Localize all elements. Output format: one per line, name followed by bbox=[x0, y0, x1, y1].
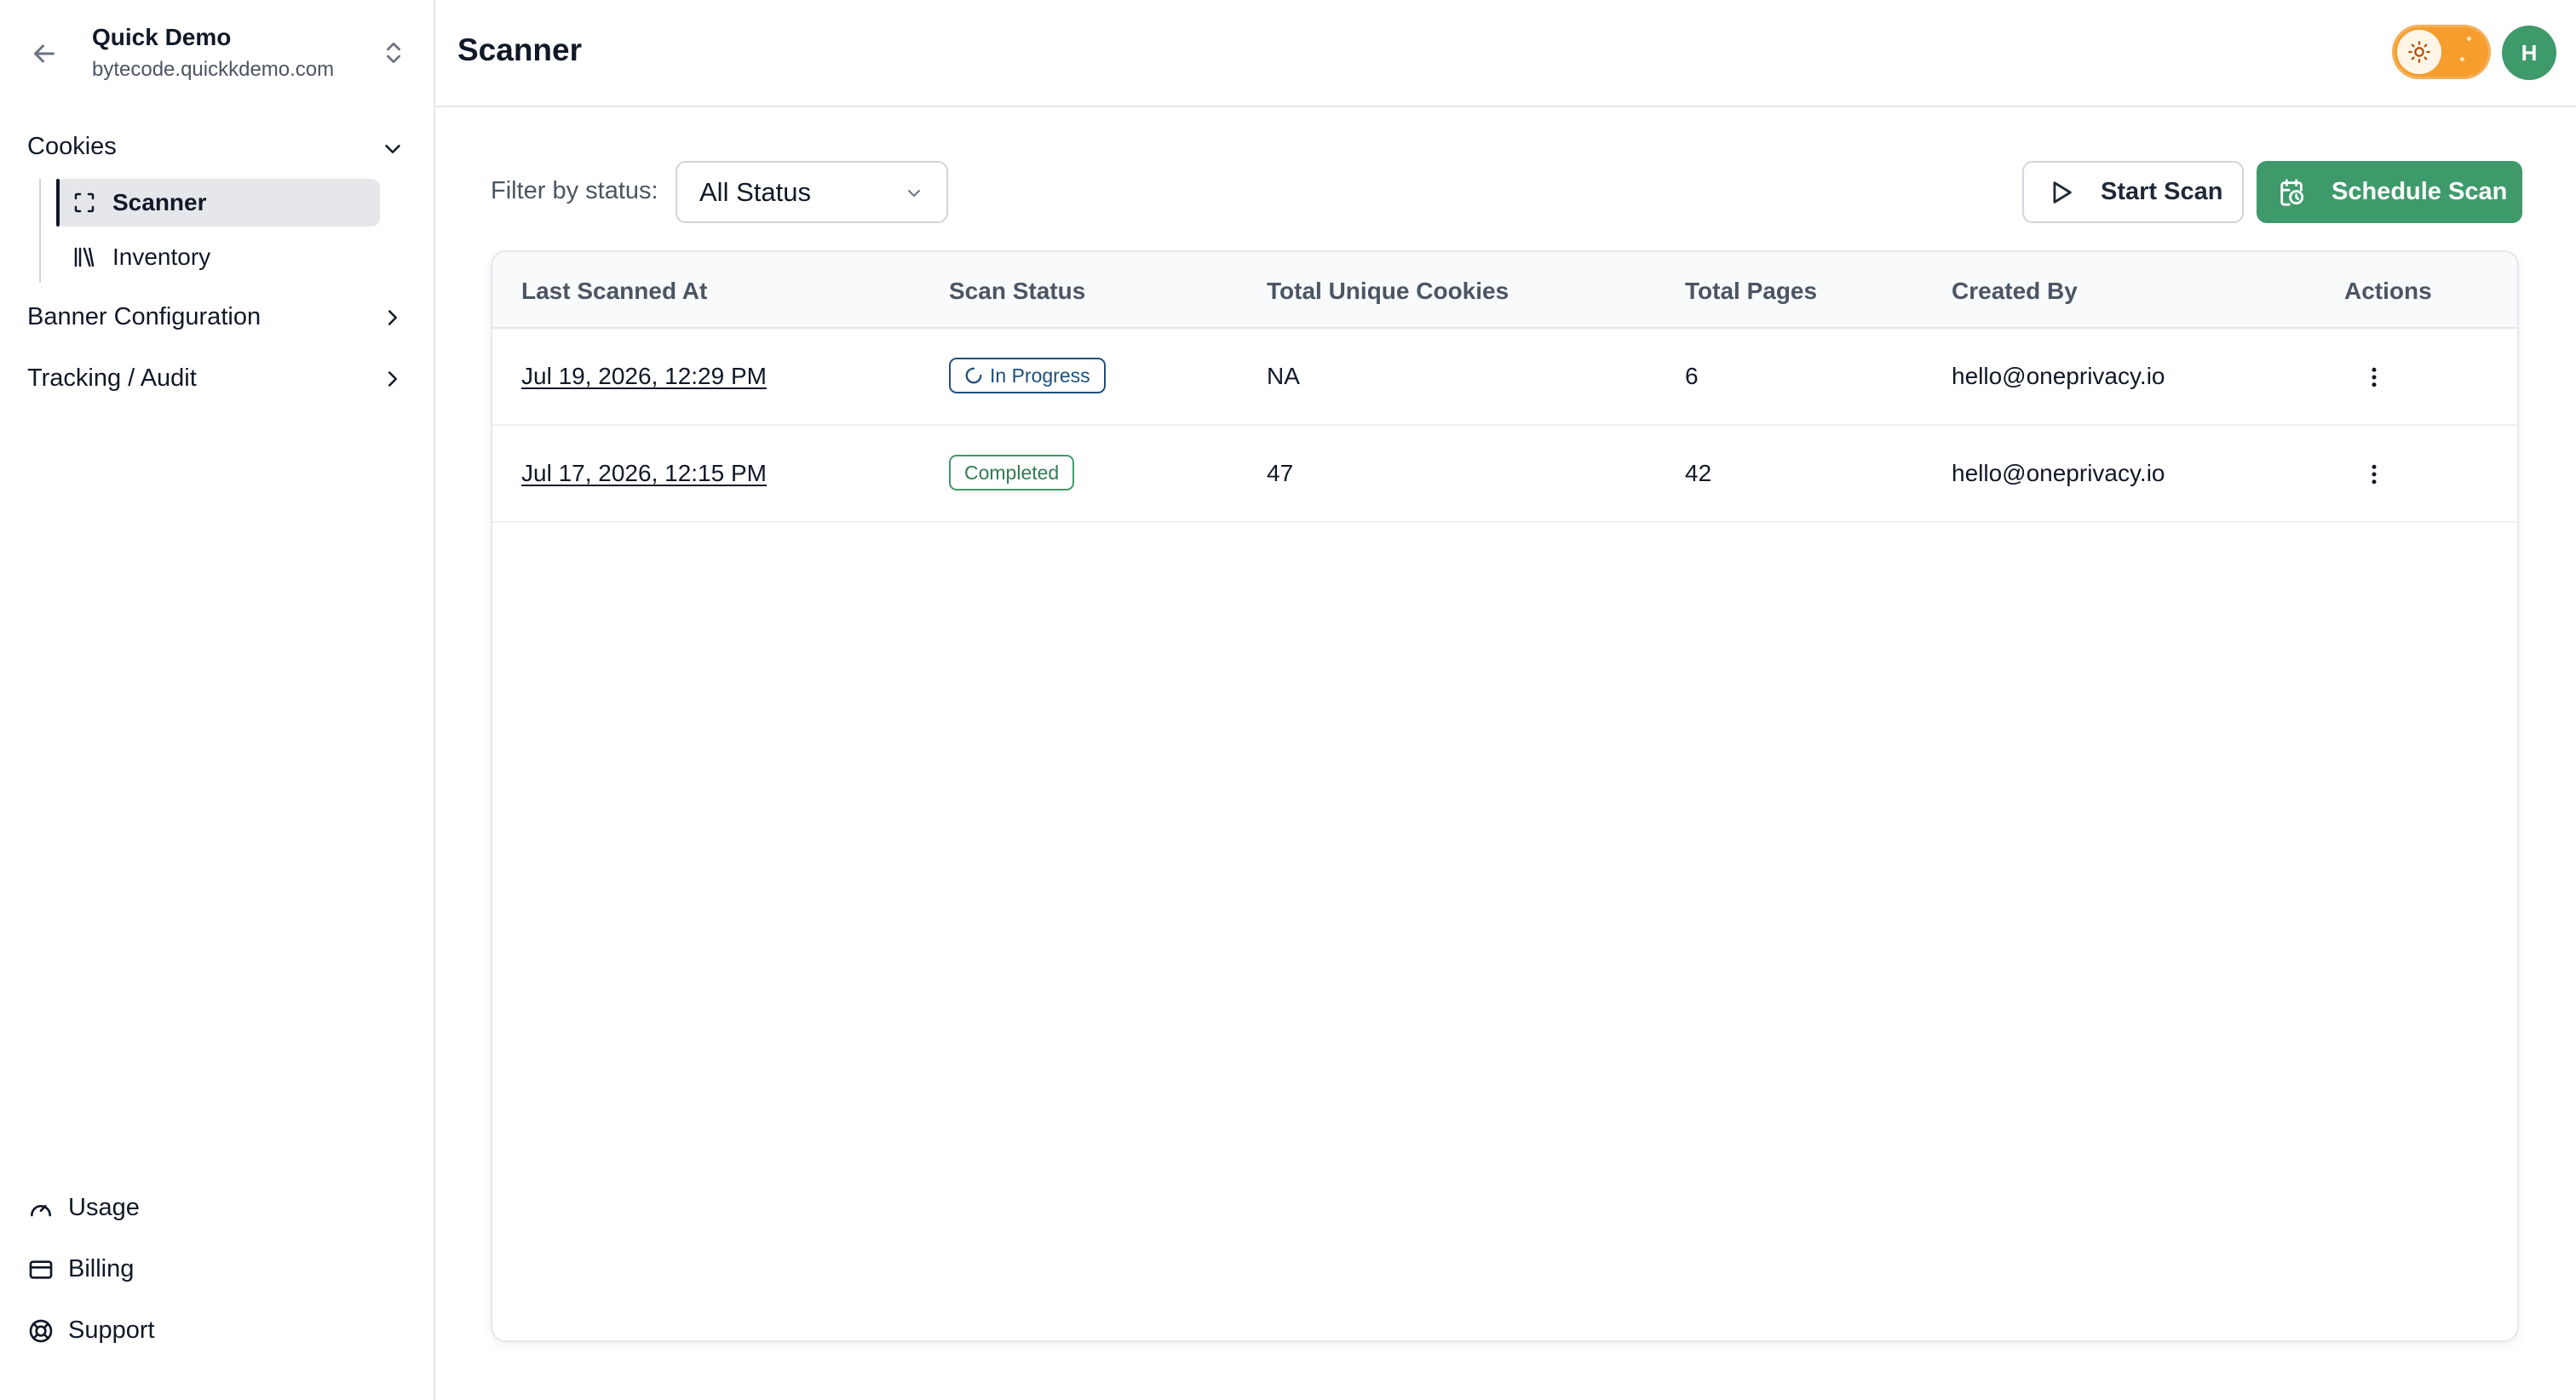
total-pages-cell: 6 bbox=[1685, 363, 1699, 389]
chevron-down-icon bbox=[908, 190, 920, 197]
nav-group-tracking-audit[interactable]: Tracking / Audit bbox=[27, 364, 197, 393]
created-by-cell: hello@oneprivacy.io bbox=[1952, 460, 2165, 486]
schedule-scan-button[interactable]: Schedule Scan bbox=[2257, 161, 2522, 223]
nav-group-cookies[interactable]: Cookies bbox=[27, 133, 117, 161]
calendar-clock-icon bbox=[2280, 178, 2304, 206]
arrow-left-icon[interactable] bbox=[29, 38, 60, 69]
sidebar-item-usage[interactable]: Usage bbox=[27, 1194, 140, 1222]
footer-item-label: Usage bbox=[68, 1194, 140, 1221]
column-header: Actions bbox=[2344, 278, 2432, 304]
footer-item-label: Billing bbox=[68, 1255, 135, 1282]
star-dot bbox=[2467, 37, 2471, 41]
unique-cookies-cell: NA bbox=[1267, 363, 1300, 389]
last-scanned-link[interactable]: Jul 19, 2026, 12:29 PM bbox=[521, 363, 767, 390]
gauge-icon bbox=[31, 1204, 51, 1216]
column-header: Total Pages bbox=[1685, 278, 1818, 304]
theme-toggle-knob bbox=[2397, 30, 2441, 74]
status-filter-value: All Status bbox=[699, 176, 811, 207]
project-name: Quick Demo bbox=[92, 24, 232, 50]
project-domain: bytecode.quickkdemo.com bbox=[92, 58, 335, 81]
last-scanned-link[interactable]: Jul 17, 2026, 12:15 PM bbox=[521, 460, 767, 487]
filter-label: Filter by status: bbox=[491, 177, 658, 204]
sidebar-item-label: Inventory bbox=[112, 244, 211, 270]
table-row: Jul 19, 2026, 12:29 PM In Progress NA 6 … bbox=[492, 329, 2517, 426]
table-row: Jul 17, 2026, 12:15 PM Completed 47 42 h… bbox=[492, 426, 2517, 523]
nav-group-banner-configuration[interactable]: Banner Configuration bbox=[27, 303, 261, 331]
column-header: Last Scanned At bbox=[521, 278, 708, 304]
sidebar-item-label: Scanner bbox=[112, 189, 207, 215]
page-title: Scanner bbox=[457, 32, 583, 67]
column-header: Created By bbox=[1952, 278, 2078, 304]
footer-item-label: Support bbox=[68, 1317, 155, 1344]
status-badge: In Progress bbox=[949, 358, 1106, 393]
chevron-right-icon[interactable] bbox=[380, 366, 405, 392]
start-scan-label: Start Scan bbox=[2101, 178, 2223, 205]
avatar[interactable]: H bbox=[2502, 26, 2556, 80]
sidebar-item-support[interactable]: Support bbox=[27, 1317, 155, 1345]
unique-cookies-cell: 47 bbox=[1267, 460, 1294, 486]
status-filter-select[interactable]: All Status bbox=[676, 161, 948, 223]
loader-icon bbox=[965, 367, 982, 384]
lifebuoy-icon bbox=[29, 1319, 53, 1342]
status-badge-label: In Progress bbox=[990, 364, 1090, 387]
more-vertical-icon[interactable] bbox=[2361, 364, 2387, 390]
status-badge-label: Completed bbox=[964, 461, 1060, 484]
chevron-down-icon[interactable] bbox=[380, 136, 405, 162]
top-header: Scanner H bbox=[435, 0, 2576, 107]
status-badge: Completed bbox=[949, 455, 1075, 491]
more-vertical-icon[interactable] bbox=[2361, 462, 2387, 487]
sidebar: Quick Demo bytecode.quickkdemo.com Cooki… bbox=[0, 0, 435, 1400]
sidebar-item-inventory[interactable]: Inventory bbox=[56, 233, 380, 281]
total-pages-cell: 42 bbox=[1685, 460, 1712, 486]
scans-table: Last Scanned At Scan Status Total Unique… bbox=[491, 250, 2519, 1342]
chevron-right-icon[interactable] bbox=[380, 305, 405, 330]
star-dot bbox=[2460, 57, 2464, 61]
play-icon bbox=[2053, 181, 2072, 204]
submenu-line bbox=[39, 179, 41, 283]
created-by-cell: hello@oneprivacy.io bbox=[1952, 363, 2165, 389]
library-icon bbox=[74, 247, 95, 267]
theme-toggle[interactable] bbox=[2392, 25, 2491, 79]
credit-card-icon bbox=[29, 1259, 53, 1279]
sun-icon bbox=[2408, 41, 2430, 63]
sidebar-item-scanner[interactable]: Scanner bbox=[56, 179, 380, 227]
chevrons-up-down-icon[interactable] bbox=[380, 37, 407, 68]
column-header: Total Unique Cookies bbox=[1267, 278, 1509, 304]
sidebar-item-billing[interactable]: Billing bbox=[27, 1255, 134, 1283]
active-indicator bbox=[56, 179, 60, 227]
scan-icon bbox=[74, 192, 95, 213]
column-header: Scan Status bbox=[949, 278, 1086, 304]
start-scan-button[interactable]: Start Scan bbox=[2022, 161, 2244, 223]
table-header: Last Scanned At Scan Status Total Unique… bbox=[492, 252, 2517, 329]
schedule-scan-label: Schedule Scan bbox=[2332, 178, 2508, 205]
